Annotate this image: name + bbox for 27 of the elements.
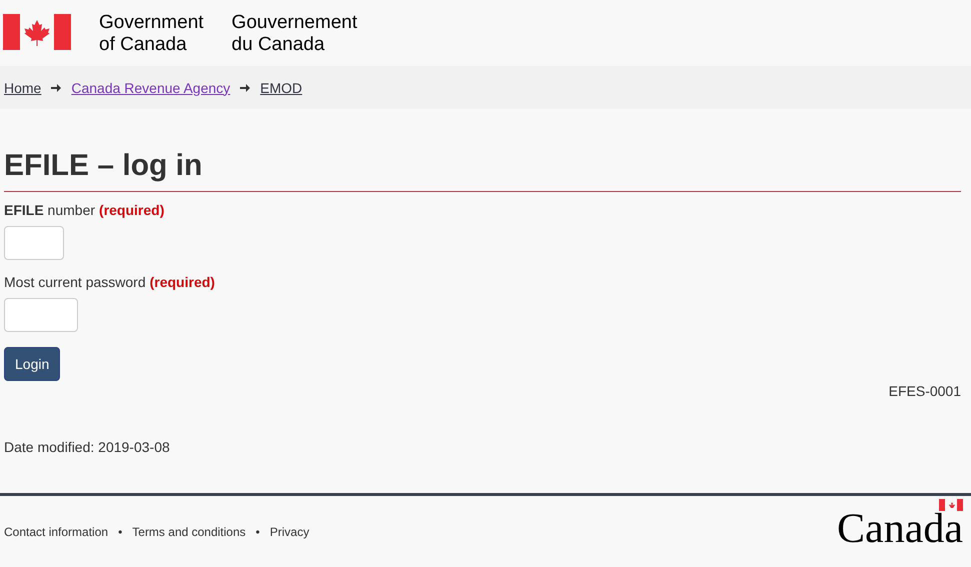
input-field[interactable] — [4, 298, 78, 332]
footer-link[interactable]: Privacy — [270, 525, 310, 539]
page-id: EFES-0001 — [888, 383, 961, 399]
flag-icon — [939, 498, 963, 510]
breadcrumb-link[interactable]: Canada Revenue Agency — [71, 80, 230, 96]
breadcrumb-link[interactable]: EMOD — [260, 80, 302, 96]
date-modified: Date modified: 2019-03-08 — [4, 439, 171, 455]
canada-wordmark: Canada — [837, 512, 963, 544]
field-label: EFILE number — [4, 202, 96, 218]
page-title: EFILE – log in — [4, 149, 961, 192]
signature-text: du Canada — [232, 34, 326, 56]
required-marker: (required) — [99, 202, 164, 218]
arrow-icon — [240, 84, 250, 92]
flag-icon — [3, 14, 71, 50]
footer-link[interactable]: Contact information — [4, 525, 108, 539]
signature-text: of Canada — [99, 34, 188, 56]
signature-text: Gouvernement — [232, 12, 358, 34]
footer-link[interactable]: Terms and conditions — [132, 525, 246, 539]
arrow-icon — [51, 84, 62, 92]
field-label: Most current password — [4, 274, 146, 290]
input-field[interactable] — [4, 226, 64, 260]
bullet-separator: • — [256, 525, 260, 539]
required-marker: (required) — [150, 274, 215, 290]
bullet-separator: • — [118, 525, 122, 539]
signature-text: Government — [99, 12, 204, 34]
login-button[interactable]: Login — [4, 347, 60, 381]
breadcrumb-link[interactable]: Home — [4, 80, 42, 96]
